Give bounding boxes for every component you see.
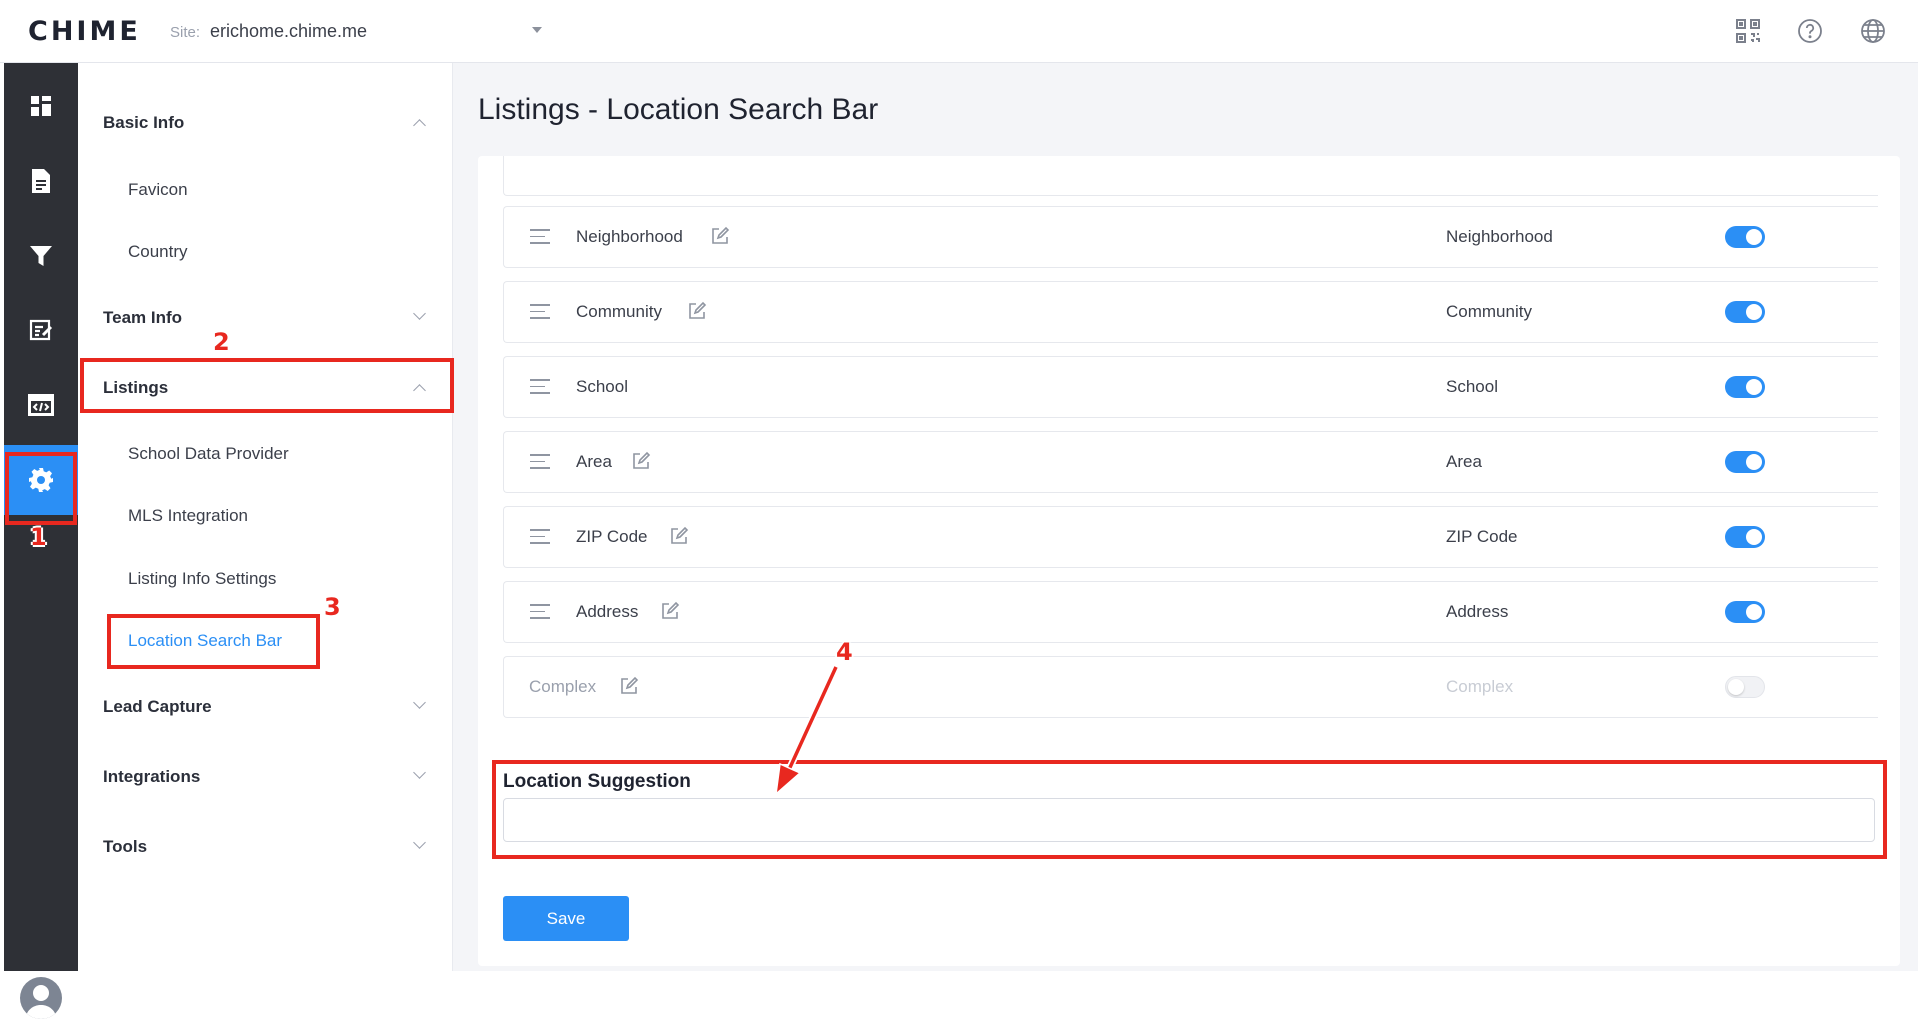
edit-icon[interactable] [710,226,730,246]
filter-icon[interactable] [4,221,78,291]
row-display-value: Area [1446,452,1482,471]
edit-icon[interactable] [687,301,707,321]
site-selector[interactable]: erichome.chime.me [210,21,367,42]
edit-icon[interactable] [619,676,639,696]
edit-icon[interactable] [660,601,680,621]
edit-icon[interactable] [631,451,651,471]
menu-group-tools[interactable]: Tools [103,837,147,857]
row-display-value: ZIP Code [1446,527,1518,546]
enable-toggle[interactable] [1725,526,1765,548]
menu-group-lead-capture[interactable]: Lead Capture [103,697,212,717]
edit-note-icon[interactable] [4,295,78,365]
menu-group-integrations[interactable]: Integrations [103,767,200,787]
enable-toggle[interactable] [1725,301,1765,323]
enable-toggle[interactable] [1725,376,1765,398]
list-item-zip-code: ZIP Code ZIP Code [503,506,1878,568]
list-item-area: Area Area [503,431,1878,493]
row-display-value: School [1446,377,1498,396]
qr-code-icon[interactable] [1733,16,1763,46]
menu-item-school-data-provider[interactable]: School Data Provider [128,444,289,464]
drag-handle-icon[interactable] [530,454,550,469]
chevron-down-icon[interactable] [413,696,426,709]
menu-item-mls-integration[interactable]: MLS Integration [128,506,248,526]
row-name: Complex [529,677,597,696]
code-icon[interactable] [4,370,78,440]
enable-toggle[interactable] [1725,676,1765,698]
settings-submenu: Basic Info Favicon Country Team Info Lis… [78,63,453,971]
annotation-number-3: 3 [324,593,341,621]
globe-icon[interactable] [1858,16,1888,46]
row-display-value: Address [1446,602,1509,621]
chevron-down-icon[interactable] [413,766,426,779]
list-item-neighborhood: Neighborhood Neighborhood [503,206,1878,268]
edit-icon[interactable] [669,526,689,546]
list-item-school: School School [503,356,1878,418]
site-label: Site: [170,24,201,41]
drag-handle-icon[interactable] [530,229,550,244]
chevron-up-icon[interactable] [413,119,426,132]
row-display-value: Neighborhood [1446,227,1553,246]
annotation-number-1: 1 [30,523,47,551]
user-avatar[interactable] [20,977,62,1019]
row-name: Neighborhood [576,227,683,246]
row-name: Area [576,452,612,471]
row-name: Address [576,602,639,621]
list-item [503,156,1878,196]
dashboard-icon[interactable] [4,71,78,141]
chevron-down-icon[interactable] [413,836,426,849]
row-name: ZIP Code [576,527,648,546]
drag-handle-icon[interactable] [530,529,550,544]
annotation-box-1 [5,452,77,525]
page-title: Listings - Location Search Bar [478,93,879,126]
drag-handle-icon[interactable] [530,304,550,319]
menu-group-basic-info[interactable]: Basic Info [103,113,184,133]
save-button[interactable]: Save [503,896,629,941]
menu-group-team-info[interactable]: Team Info [103,308,182,328]
row-display-value: Community [1446,302,1532,321]
enable-toggle[interactable] [1725,226,1765,248]
caret-down-icon[interactable] [532,27,542,33]
row-name: School [576,377,628,396]
annotation-box-2 [80,358,454,413]
enable-toggle[interactable] [1725,601,1765,623]
enable-toggle[interactable] [1725,451,1765,473]
menu-item-country[interactable]: Country [128,242,188,262]
menu-item-listing-info-settings[interactable]: Listing Info Settings [128,569,276,589]
top-bar: CHIME Site: erichome.chime.me [0,0,1918,63]
chevron-down-icon[interactable] [413,307,426,320]
row-display-value: Complex [1446,677,1514,696]
menu-item-favicon[interactable]: Favicon [128,180,188,200]
annotation-box-3 [107,614,320,669]
drag-handle-icon[interactable] [530,604,550,619]
help-icon[interactable] [1795,16,1825,46]
list-item-address: Address Address [503,581,1878,643]
list-item-community: Community Community [503,281,1878,343]
drag-handle-icon[interactable] [530,379,550,394]
annotation-number-4: 4 [836,638,853,666]
chime-logo[interactable]: CHIME [28,16,141,47]
annotation-number-2: 2 [213,328,230,356]
list-item-complex: Complex Complex [503,656,1878,718]
document-icon[interactable] [4,146,78,216]
annotation-box-4 [492,760,1887,859]
row-name: Community [576,302,662,321]
